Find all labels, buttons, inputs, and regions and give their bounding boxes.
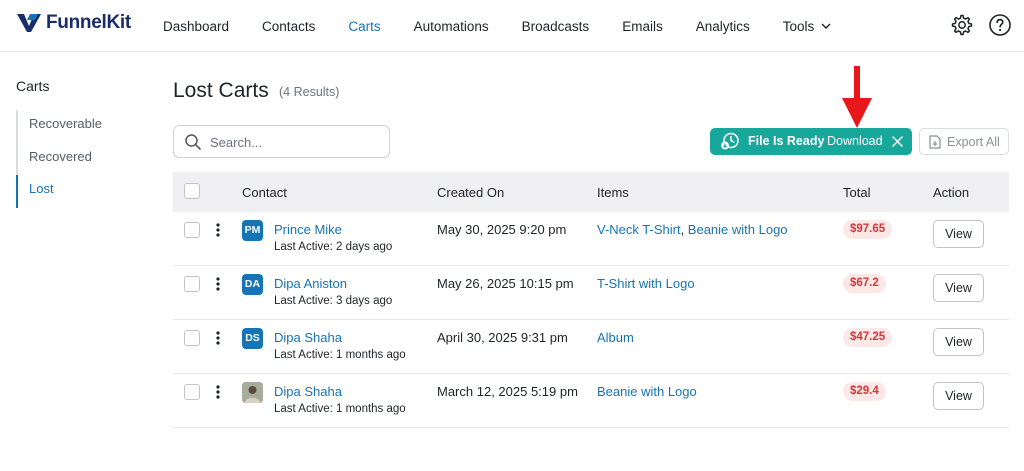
created-on-date: May 30, 2025 9:20 pm xyxy=(437,222,567,237)
table-row: DS Dipa Shaha Last Active: 1 months ago … xyxy=(173,320,1009,374)
view-button[interactable]: View xyxy=(933,220,984,248)
column-header-created-on[interactable]: Created On xyxy=(437,185,504,200)
total-badge: $67.2 xyxy=(843,274,886,293)
nav-item-label: Automations xyxy=(413,18,489,34)
more-options-icon[interactable] xyxy=(213,276,223,292)
contact-name-link[interactable]: Dipa Shaha xyxy=(274,384,342,399)
nav-item-label: Tools xyxy=(782,18,815,34)
item-link[interactable]: T-Shirt with Logo xyxy=(597,276,695,291)
search-input[interactable] xyxy=(210,132,380,152)
nav-item-automations[interactable]: Automations xyxy=(414,19,489,34)
nav-item-contacts[interactable]: Contacts xyxy=(262,19,315,34)
user-photo-icon xyxy=(242,382,263,403)
nav-item-dashboard[interactable]: Dashboard xyxy=(163,19,229,34)
table-row: Dipa Shaha Last Active: 1 months ago Mar… xyxy=(173,374,1009,428)
nav-item-tools[interactable]: Tools xyxy=(783,19,833,34)
brand-name: FunnelKit xyxy=(46,12,131,33)
created-on-date: March 12, 2025 5:19 pm xyxy=(437,384,578,399)
top-navigation-bar: FunnelKit Dashboard Contacts Carts Autom… xyxy=(0,0,1024,52)
search-box xyxy=(173,125,390,158)
avatar: DS xyxy=(242,328,263,349)
toast-message: File Is Ready xyxy=(748,134,825,148)
help-icon[interactable] xyxy=(988,13,1012,37)
view-button[interactable]: View xyxy=(933,274,984,302)
funnelkit-logo-icon xyxy=(17,14,41,32)
nav-item-carts[interactable]: Carts xyxy=(348,19,380,34)
main-nav: Dashboard Contacts Carts Automations Bro… xyxy=(163,0,865,52)
chevron-down-icon xyxy=(821,23,831,29)
item-link[interactable]: V-Neck T-Shirt xyxy=(597,222,681,237)
last-active-text: Last Active: 1 months ago xyxy=(274,349,406,361)
total-badge: $29.4 xyxy=(843,382,886,401)
annotation-arrow-icon xyxy=(842,66,872,128)
column-header-items: Items xyxy=(597,185,629,200)
last-active-text: Last Active: 3 days ago xyxy=(274,295,393,307)
contact-name-link[interactable]: Dipa Aniston xyxy=(274,276,347,291)
avatar-photo xyxy=(242,382,263,403)
column-header-action: Action xyxy=(933,185,970,200)
funnelkit-logo[interactable]: FunnelKit xyxy=(16,12,131,34)
gear-icon[interactable] xyxy=(950,13,974,37)
nav-item-label: Analytics xyxy=(695,18,750,34)
view-button[interactable]: View xyxy=(933,382,984,410)
cart-items: V-Neck T-Shirt, Beanie with Logo xyxy=(597,222,788,237)
view-button[interactable]: View xyxy=(933,328,984,356)
cart-items: Beanie with Logo xyxy=(597,384,697,399)
nav-item-analytics[interactable]: Analytics xyxy=(696,19,750,34)
row-checkbox[interactable] xyxy=(184,222,200,238)
row-checkbox[interactable] xyxy=(184,276,200,292)
select-all-checkbox[interactable] xyxy=(184,183,200,199)
sidebar-menu: Recoverable Recovered Lost xyxy=(16,110,102,208)
sidebar-item-recovered[interactable]: Recovered xyxy=(18,143,102,176)
table-row: PM Prince Mike Last Active: 2 days ago M… xyxy=(173,212,1009,266)
contact-name-link[interactable]: Prince Mike xyxy=(274,222,342,237)
column-header-contact[interactable]: Contact xyxy=(242,185,287,200)
export-all-label: Export All xyxy=(947,135,1000,149)
row-checkbox[interactable] xyxy=(184,330,200,346)
avatar: DA xyxy=(242,274,263,295)
cart-items: Album xyxy=(597,330,634,345)
created-on-date: April 30, 2025 9:31 pm xyxy=(437,330,568,345)
last-active-text: Last Active: 1 months ago xyxy=(274,403,406,415)
result-count: (4 Results) xyxy=(279,85,340,99)
export-file-icon xyxy=(929,135,941,149)
nav-item-label: Carts xyxy=(348,18,381,34)
export-all-button[interactable]: Export All xyxy=(919,128,1009,155)
more-options-icon[interactable] xyxy=(213,330,223,346)
last-active-text: Last Active: 2 days ago xyxy=(274,241,393,253)
created-on-date: May 26, 2025 10:15 pm xyxy=(437,276,574,291)
total-badge: $47.25 xyxy=(843,328,893,347)
file-ready-notification: File Is Ready Download xyxy=(710,128,912,155)
avatar: PM xyxy=(242,220,263,241)
page-title: Lost Carts xyxy=(173,79,269,102)
table-row: DA Dipa Aniston Last Active: 3 days ago … xyxy=(173,266,1009,320)
search-icon xyxy=(185,134,201,150)
nav-item-broadcasts[interactable]: Broadcasts xyxy=(522,19,590,34)
download-link[interactable]: Download xyxy=(827,134,883,148)
more-options-icon[interactable] xyxy=(213,222,223,238)
table-header: Contact Created On Items Total Action xyxy=(173,172,1009,212)
close-icon[interactable] xyxy=(891,135,904,148)
sidebar-item-lost[interactable]: Lost xyxy=(16,175,102,208)
column-header-total[interactable]: Total xyxy=(843,185,870,200)
clock-download-icon xyxy=(721,132,739,150)
sidebar-item-recoverable[interactable]: Recoverable xyxy=(18,110,102,143)
nav-item-label: Emails xyxy=(622,18,663,34)
item-link[interactable]: Beanie with Logo xyxy=(688,222,788,237)
row-checkbox[interactable] xyxy=(184,384,200,400)
sidebar-title: Carts xyxy=(16,78,50,94)
more-options-icon[interactable] xyxy=(213,384,223,400)
cart-items: T-Shirt with Logo xyxy=(597,276,695,291)
nav-item-label: Contacts xyxy=(262,18,316,34)
nav-item-emails[interactable]: Emails xyxy=(622,19,663,34)
item-link[interactable]: Beanie with Logo xyxy=(597,384,697,399)
contact-name-link[interactable]: Dipa Shaha xyxy=(274,330,342,345)
nav-item-label: Broadcasts xyxy=(521,18,590,34)
nav-item-label: Dashboard xyxy=(163,18,230,34)
total-badge: $97.65 xyxy=(843,220,893,239)
item-link[interactable]: Album xyxy=(597,330,634,345)
